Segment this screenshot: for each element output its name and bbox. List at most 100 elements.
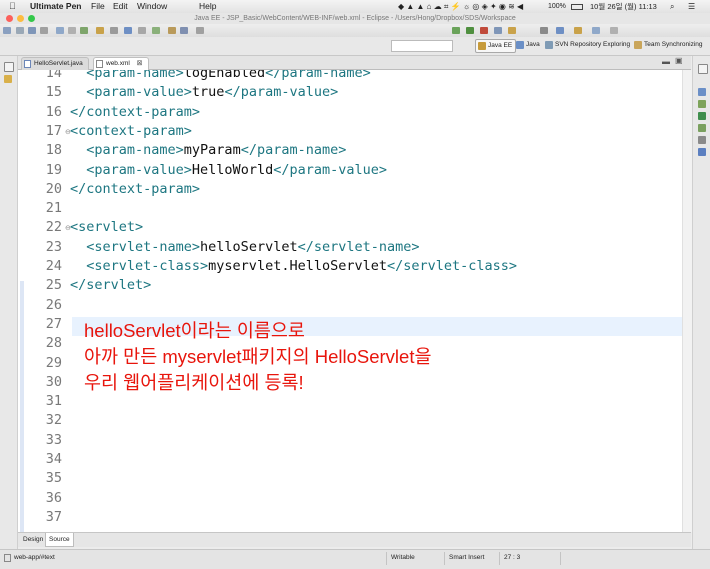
toolbar-button-icon[interactable] <box>196 27 204 34</box>
xml-tag: </servlet-name> <box>297 238 420 255</box>
close-tab-icon[interactable]: ⊠ <box>137 60 143 67</box>
code-line[interactable]: </context-param> <box>70 181 200 197</box>
toolbar-button-icon[interactable] <box>138 27 146 34</box>
quick-access-input[interactable] <box>391 40 453 52</box>
toolbar-button-icon[interactable] <box>40 27 48 34</box>
xml-file-icon <box>96 60 103 68</box>
restore-icon[interactable] <box>698 64 708 74</box>
markers-icon[interactable] <box>698 112 706 120</box>
toolbar-button-icon[interactable] <box>124 27 132 34</box>
task-list-icon[interactable] <box>698 100 706 108</box>
code-line[interactable]: <servlet-class>myservlet.HelloServlet</s… <box>70 258 517 274</box>
app-menu[interactable]: Ultimate Pen <box>30 0 82 13</box>
toolbar-button-icon[interactable] <box>180 27 188 34</box>
restore-icon[interactable] <box>4 62 14 72</box>
toolbar-button-icon[interactable] <box>592 27 600 34</box>
toolbar-button-icon[interactable] <box>68 27 76 34</box>
annotation-line: 아까 만든 myservlet패키지의 HelloServlet을 <box>84 346 432 367</box>
xml-tag: <servlet-class> <box>70 258 209 274</box>
perspective-label: Java <box>526 41 540 48</box>
outline-icon[interactable] <box>698 88 706 96</box>
properties-icon[interactable] <box>698 136 706 144</box>
maximize-editor-icon[interactable]: ▣ <box>675 56 683 65</box>
line-number: 30 <box>45 373 62 390</box>
toolbar-button-icon[interactable] <box>480 27 488 34</box>
xml-tag: </param-name> <box>265 70 371 81</box>
tab-helloservlet-java[interactable]: HelloServlet.java <box>21 57 89 70</box>
line-number: 15 <box>45 84 62 101</box>
perspective-svn[interactable]: SVN Repository Exploring <box>543 39 633 51</box>
editor-vertical-scrollbar[interactable] <box>682 70 692 532</box>
toolbar-button-icon[interactable] <box>80 27 88 34</box>
toolbar-button-icon[interactable] <box>3 27 11 34</box>
project-explorer-icon[interactable] <box>4 75 12 83</box>
line-number: 25 <box>45 277 62 294</box>
toolbar-button-icon[interactable] <box>452 27 460 34</box>
main-toolbar <box>0 24 710 37</box>
line-number: 33 <box>45 431 62 448</box>
toolbar-button-icon[interactable] <box>466 27 474 34</box>
minimize-editor-icon[interactable]: ▬ <box>662 57 670 66</box>
overview-ruler <box>18 70 26 532</box>
perspective-label: Team Synchronizing <box>644 41 703 48</box>
xml-text: logEnabled <box>183 70 266 81</box>
code-line[interactable]: </servlet> <box>70 277 151 293</box>
code-line[interactable]: <servlet-name>helloServlet</servlet-name… <box>70 238 420 255</box>
toolbar-button-icon[interactable] <box>152 27 160 34</box>
xml-tag: <param-value> <box>70 161 192 178</box>
xml-source-editor[interactable]: 14 15 16 17 ⊖ 18 19 20 21 22 ⊖ 23 24 25 26 27 28 29 30 31 32… <box>18 70 682 532</box>
line-number: 20 <box>45 180 62 197</box>
perspective-java[interactable]: Java <box>514 39 543 51</box>
line-number: 16 <box>45 103 62 120</box>
code-line[interactable]: <param-name>logEnabled</param-name> <box>70 70 371 81</box>
toolbar-button-icon[interactable] <box>96 27 104 34</box>
servers-icon[interactable] <box>698 124 706 132</box>
toolbar-button-icon[interactable] <box>56 27 64 34</box>
tab-web-xml[interactable]: web.xml ⊠ <box>93 57 149 70</box>
code-line[interactable]: <servlet> <box>70 219 143 235</box>
line-number: 26 <box>45 296 62 313</box>
search-icon[interactable]: ⌕ <box>670 0 674 13</box>
toolbar-button-icon[interactable] <box>574 27 582 34</box>
toolbar-button-icon[interactable] <box>540 27 548 34</box>
apple-icon[interactable]:  <box>9 0 16 13</box>
menu-edit[interactable]: Edit <box>113 0 128 13</box>
toolbar-button-icon[interactable] <box>610 27 618 34</box>
perspective-javaee[interactable]: Java EE <box>475 39 517 53</box>
xml-tag: </param-value> <box>224 84 339 101</box>
toolbar-button-icon[interactable] <box>494 27 502 34</box>
xml-tag: <param-value> <box>70 84 192 101</box>
line-number: 23 <box>45 238 62 255</box>
code-line[interactable]: <context-param> <box>70 123 192 139</box>
code-line[interactable]: <param-name>myParam</param-name> <box>70 142 346 158</box>
tab-source[interactable]: Source <box>45 533 74 547</box>
menu-help[interactable]: Help <box>199 0 216 13</box>
toolbar-button-icon[interactable] <box>28 27 36 34</box>
battery-icon[interactable] <box>571 4 583 10</box>
menu-window[interactable]: Window <box>137 0 167 13</box>
code-line[interactable]: <param-value>true</param-value> <box>70 84 338 100</box>
toolbar-button-icon[interactable] <box>168 27 176 34</box>
line-number: 35 <box>45 470 62 487</box>
toolbar-button-icon[interactable] <box>508 27 516 34</box>
line-number: 18 <box>45 142 62 159</box>
tab-design[interactable]: Design <box>20 533 46 546</box>
change-marker <box>20 281 24 532</box>
menu-file[interactable]: File <box>91 0 105 13</box>
toolbar-button-icon[interactable] <box>110 27 118 34</box>
toolbar-button-icon[interactable] <box>16 27 24 34</box>
line-number-gutter: 14 15 16 17 ⊖ 18 19 20 21 22 ⊖ 23 24 25 26 27 28 29 30 31 32… <box>26 70 72 532</box>
console-icon[interactable] <box>698 148 706 156</box>
window-title: Java EE - JSP_Basic/WebContent/WEB-INF/w… <box>194 15 516 22</box>
code-line[interactable]: </context-param> <box>70 104 200 120</box>
toolbar-button-icon[interactable] <box>556 27 564 34</box>
left-trim-stack <box>0 56 18 549</box>
perspective-label: SVN Repository Exploring <box>555 41 631 48</box>
code-line[interactable]: <param-value>HelloWorld</param-value> <box>70 162 387 178</box>
perspective-team-sync[interactable]: Team Synchronizing <box>632 39 706 51</box>
status-icons[interactable]: ◆ ▲ ▲ ⌂ ☁ ⌗ ⚡ ☼ ◎ ◈ ✦ ◉ ≋ ◀ <box>398 0 523 13</box>
line-number: 34 <box>45 451 62 467</box>
notification-icon[interactable]: ☰ <box>688 0 695 13</box>
clock[interactable]: 10월 26일 (월) 11:13 <box>590 0 657 13</box>
annotation-line: 우리 웹어플리케이션에 등록! <box>84 372 304 393</box>
